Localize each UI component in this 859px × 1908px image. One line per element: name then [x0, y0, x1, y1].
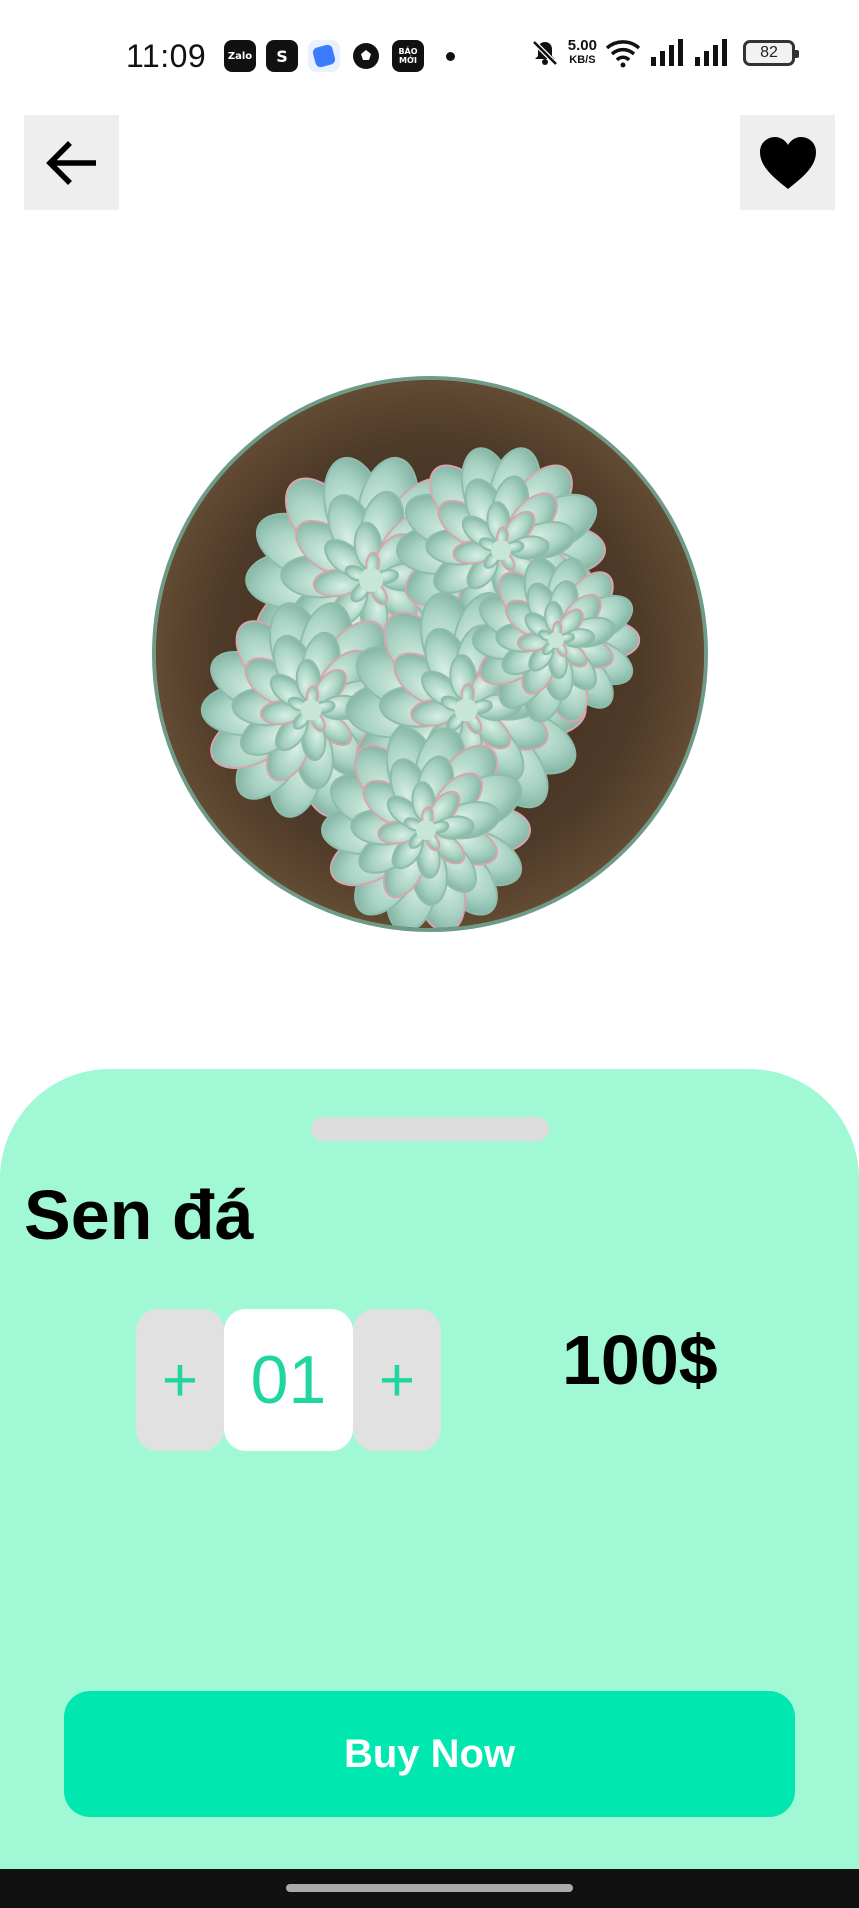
notification-icons: Zalo S BÁO MỚI — [224, 40, 455, 72]
battery-level: 82 — [760, 44, 778, 61]
signal-icon — [695, 39, 727, 66]
favorite-button[interactable] — [740, 115, 835, 210]
back-button[interactable] — [24, 115, 119, 210]
succulent-center — [454, 698, 478, 722]
status-time: 11:09 — [126, 38, 207, 74]
buy-now-button[interactable]: Buy Now — [64, 1691, 795, 1817]
succulent-center — [491, 540, 511, 560]
heart-icon — [759, 136, 816, 189]
succulent-center — [359, 568, 383, 592]
decrement-button[interactable]: + — [136, 1309, 224, 1451]
system-icons: 5.00 KB/S 82 — [530, 38, 799, 68]
network-speed-unit: KB/S — [569, 54, 596, 66]
succulent-center — [300, 699, 322, 721]
status-bar: 11:09 Zalo S BÁO MỚI 5.00 KB/S 82 — [0, 0, 859, 112]
arrow-left-icon — [45, 140, 96, 185]
soccer-icon — [350, 40, 382, 72]
battery-icon: 82 — [743, 40, 799, 66]
signal-icon — [651, 39, 683, 66]
product-name: Sen đá — [24, 1176, 254, 1254]
product-image — [152, 376, 708, 932]
mute-icon — [532, 40, 558, 66]
product-price: 100$ — [562, 1321, 718, 1399]
app-icon — [308, 40, 340, 72]
more-notifications-dot — [446, 51, 455, 61]
network-speed: 5.00 KB/S — [568, 38, 597, 68]
succulent-photo — [156, 380, 704, 928]
network-speed-value: 5.00 — [567, 37, 597, 54]
succulent-center — [416, 820, 436, 840]
baomoi-icon: BÁO MỚI — [392, 40, 424, 72]
succulent-center — [548, 632, 564, 648]
wifi-icon — [605, 40, 641, 68]
quantity-value: 01 — [224, 1309, 353, 1451]
shopee-icon: S — [266, 40, 298, 72]
increment-button[interactable]: + — [353, 1309, 441, 1451]
home-gesture-handle[interactable] — [286, 1884, 573, 1892]
sheet-drag-handle[interactable] — [311, 1117, 549, 1141]
zalo-icon: Zalo — [224, 40, 256, 72]
